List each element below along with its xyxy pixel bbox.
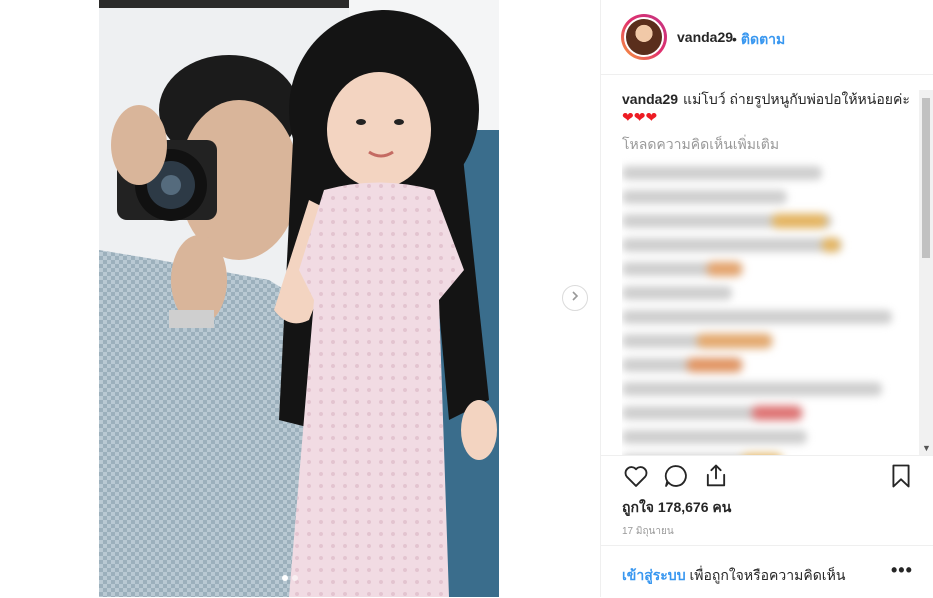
blurred-comment (622, 310, 892, 324)
blurred-comment (622, 406, 802, 420)
username-link[interactable]: vanda29 (677, 29, 733, 45)
blurred-comment (622, 358, 742, 372)
separator-dot: • (732, 31, 737, 47)
post-side-panel: vanda29 • ติดตาม vanda29 แม่โบว์ ถ่ายรูปหน… (600, 0, 933, 597)
caption: vanda29 แม่โบว์ ถ่ายรูปหนูกับพ่อปอให้หน่อ… (622, 90, 918, 126)
blurred-comment (622, 382, 882, 396)
post-date[interactable]: 17 มิถุนายน (622, 524, 674, 539)
blurred-comment (622, 214, 832, 228)
photo-illustration (99, 0, 499, 597)
carousel-dot (282, 575, 288, 581)
post-photo[interactable] (99, 0, 499, 597)
blurred-comment (622, 166, 822, 180)
caption-emoji: ❤❤❤ (622, 109, 658, 125)
scrollbar-thumb[interactable] (922, 98, 930, 258)
blurred-comment (622, 238, 842, 252)
login-footer: เข้าสู่ระบบ เพื่อถูกใจหรือความคิดเห็น ••… (601, 545, 933, 598)
chevron-right-icon (569, 289, 581, 307)
load-more-comments[interactable]: โหลดความคิดเห็นเพิ่มเติม (622, 134, 918, 156)
likes-count[interactable]: ถูกใจ 178,676 คน (622, 497, 731, 519)
avatar-image (624, 17, 664, 57)
heart-icon[interactable] (622, 462, 650, 490)
blurred-comment (622, 430, 807, 444)
follow-group: • ติดตาม (732, 29, 785, 51)
comments-scrollbar[interactable]: ▼ (919, 90, 933, 455)
scroll-down-arrow-icon[interactable]: ▼ (922, 443, 931, 453)
carousel-indicator (282, 575, 298, 581)
comment-icon[interactable] (662, 462, 690, 490)
blurred-comment (622, 286, 732, 300)
more-options-icon[interactable]: ••• (891, 560, 913, 581)
login-link[interactable]: เข้าสู่ระบบ (622, 567, 686, 583)
caption-text: แม่โบว์ ถ่ายรูปหนูกับพ่อปอให้หน่อยค่ะ (683, 91, 910, 107)
blurred-comment (622, 190, 787, 204)
avatar[interactable] (621, 14, 667, 60)
blurred-comment (622, 334, 772, 348)
login-prompt-text: เพื่อถูกใจหรือความคิดเห็น (685, 567, 846, 583)
follow-button[interactable]: ติดตาม (741, 31, 785, 47)
comments-list: vanda29 แม่โบว์ ถ่ายรูปหนูกับพ่อปอให้หน่อ… (622, 90, 918, 455)
caption-username[interactable]: vanda29 (622, 91, 678, 107)
action-bar (601, 455, 933, 466)
post-header: vanda29 • ติดตาม (601, 0, 933, 75)
login-prompt: เข้าสู่ระบบ เพื่อถูกใจหรือความคิดเห็น (622, 565, 845, 587)
share-icon[interactable] (702, 462, 730, 490)
carousel-dot (292, 575, 298, 581)
bookmark-icon[interactable] (887, 462, 915, 490)
blurred-comment (622, 262, 742, 276)
next-image-button[interactable] (562, 285, 588, 311)
